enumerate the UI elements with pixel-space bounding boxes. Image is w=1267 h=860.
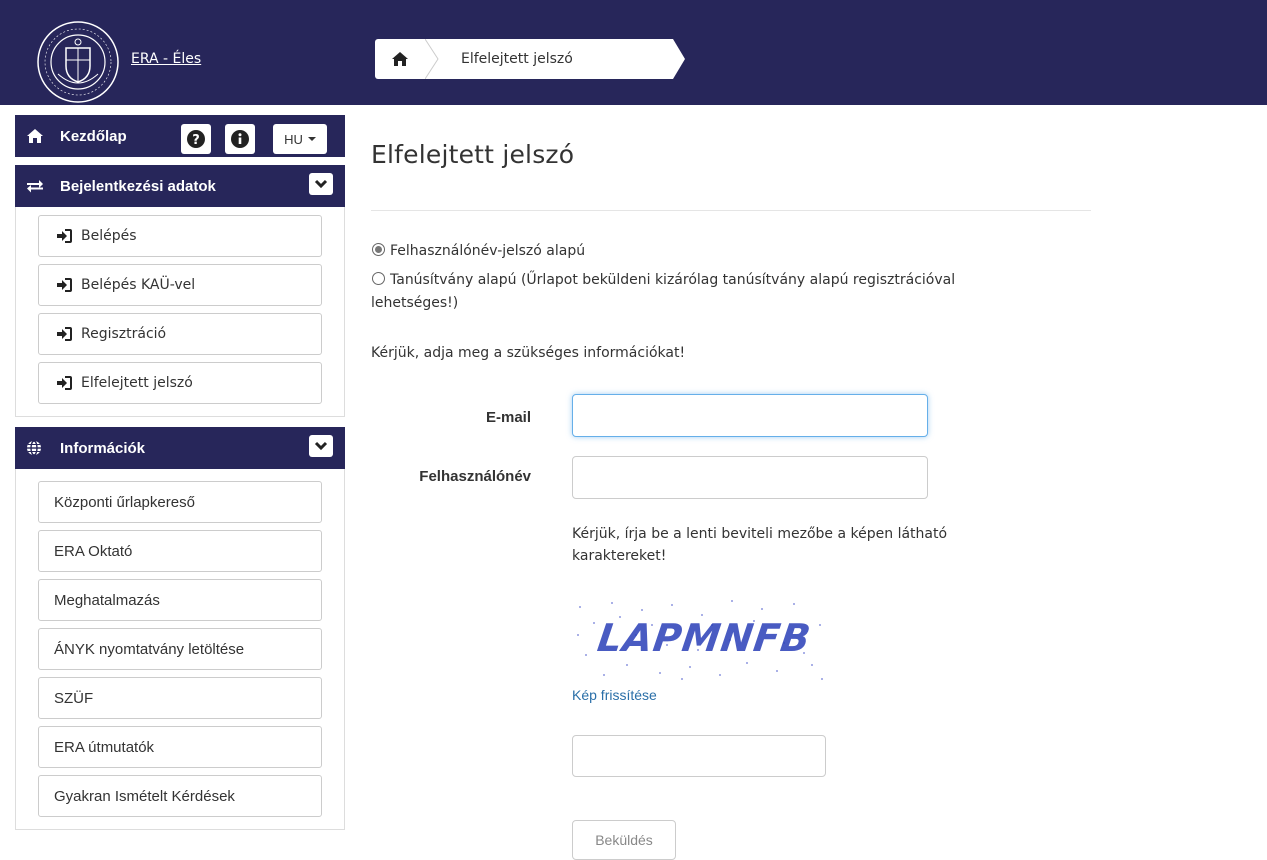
exchange-icon <box>26 177 44 195</box>
sidebar-item-anyk-download[interactable]: ÁNYK nyomtatvány letöltése <box>38 628 322 670</box>
sign-in-icon <box>56 376 74 390</box>
sidebar-section-login-title: Bejelentkezési adatok <box>60 177 216 195</box>
home-icon <box>26 127 44 145</box>
radio-username-password[interactable]: Felhasználónév-jelszó alapú <box>372 240 585 262</box>
radio-button[interactable] <box>372 243 385 256</box>
instruction-text: Kérjük, adja meg a szükséges információk… <box>371 345 686 361</box>
login-links-panel: Belépés Belépés KAÜ-vel Regisztráció Elf… <box>15 207 345 417</box>
radio-label-line1: Tanúsítvány alapú (Űrlapot beküldeni kiz… <box>390 272 956 288</box>
email-field[interactable] <box>572 394 928 437</box>
captcha-characters: LAPMNFB <box>595 617 814 661</box>
app-environment-link[interactable]: ERA - Éles <box>131 51 201 67</box>
sidebar-item-authorization[interactable]: Meghatalmazás <box>38 579 322 621</box>
chevron-down-icon <box>314 441 328 451</box>
radio-label-line2: lehetséges!) <box>371 295 459 311</box>
sign-in-icon <box>56 229 74 243</box>
sidebar-item-login[interactable]: Belépés <box>38 215 322 257</box>
sidebar: Kezdőlap ? HU Bejelentkezési adatok Belé… <box>15 115 345 830</box>
globe-icon <box>26 439 44 457</box>
sidebar-item-label: Belépés KAÜ-vel <box>81 277 196 293</box>
chevron-down-icon <box>314 179 328 189</box>
email-label: E-mail <box>485 409 531 426</box>
sidebar-section-login[interactable]: Bejelentkezési adatok <box>15 165 345 207</box>
question-icon: ? <box>187 130 205 148</box>
captcha-instruction-line2: karaktereket! <box>572 548 667 564</box>
sign-in-icon <box>56 327 74 341</box>
sidebar-item-faq[interactable]: Gyakran Ismételt Kérdések <box>38 775 322 817</box>
sidebar-item-szuf[interactable]: SZÜF <box>38 677 322 719</box>
sidebar-item-forgot-password[interactable]: Elfelejtett jelszó <box>38 362 322 404</box>
divider <box>371 210 1091 211</box>
radio-label: Felhasználónév-jelszó alapú <box>390 243 586 259</box>
radio-certificate-continuation: lehetséges!) <box>371 292 458 314</box>
breadcrumb-home[interactable] <box>375 39 437 79</box>
chevron-down-icon <box>307 137 316 141</box>
main-content: Elfelejtett jelszó Felhasználónév-jelszó… <box>371 130 1093 860</box>
submit-button[interactable]: Beküldés <box>572 820 676 860</box>
captcha-instruction-line1: Kérjük, írja be a lenti beviteli mezőbe … <box>572 526 948 542</box>
breadcrumb-current: Elfelejtett jelszó <box>425 39 685 79</box>
breadcrumb-separator <box>425 39 439 79</box>
sidebar-item-era-tutor[interactable]: ERA Oktató <box>38 530 322 572</box>
sidebar-item-label: Belépés <box>81 228 137 244</box>
sidebar-home[interactable]: Kezdőlap ? HU <box>15 115 345 157</box>
username-field[interactable] <box>572 456 928 499</box>
sidebar-item-registration[interactable]: Regisztráció <box>38 313 322 355</box>
sidebar-section-info[interactable]: Információk <box>15 427 345 469</box>
sidebar-item-login-kau[interactable]: Belépés KAÜ-vel <box>38 264 322 306</box>
page-title: Elfelejtett jelszó <box>371 140 575 169</box>
captcha-input[interactable] <box>572 735 826 777</box>
radio-certificate[interactable]: Tanúsítvány alapú (Űrlapot beküldeni kiz… <box>372 269 955 291</box>
refresh-captcha-link[interactable]: Kép frissítése <box>572 687 657 703</box>
sidebar-item-era-guides[interactable]: ERA útmutatók <box>38 726 322 768</box>
sidebar-item-label: Elfelejtett jelszó <box>81 375 193 391</box>
sidebar-item-form-search[interactable]: Központi űrlapkereső <box>38 481 322 523</box>
sidebar-home-label: Kezdőlap <box>60 127 127 145</box>
radio-button[interactable] <box>372 272 385 285</box>
captcha-instruction: Kérjük, írja be a lenti beviteli mezőbe … <box>572 523 1052 567</box>
collapse-info-button[interactable] <box>309 435 333 457</box>
info-icon <box>231 130 249 148</box>
collapse-login-button[interactable] <box>309 173 333 195</box>
home-icon <box>392 52 408 66</box>
sidebar-item-label: Regisztráció <box>81 326 167 342</box>
language-dropdown[interactable]: HU <box>273 124 327 154</box>
mnb-seal-logo <box>37 21 119 103</box>
info-links-panel: Központi űrlapkereső ERA Oktató Meghatal… <box>15 469 345 830</box>
radio-label: Tanúsítvány alapú (Űrlapot beküldeni kiz… <box>390 269 955 291</box>
help-button[interactable]: ? <box>181 124 211 154</box>
info-button[interactable] <box>225 124 255 154</box>
language-label: HU <box>284 131 303 147</box>
breadcrumb: Elfelejtett jelszó <box>375 39 685 79</box>
captcha-image: LAPMNFB <box>572 595 827 685</box>
username-label: Felhasználónév <box>419 468 531 485</box>
top-bar: ERA - Éles Elfelejtett jelszó <box>0 0 1267 105</box>
svg-text:?: ? <box>192 133 200 148</box>
sign-in-icon <box>56 278 74 292</box>
sidebar-section-info-title: Információk <box>60 439 146 457</box>
